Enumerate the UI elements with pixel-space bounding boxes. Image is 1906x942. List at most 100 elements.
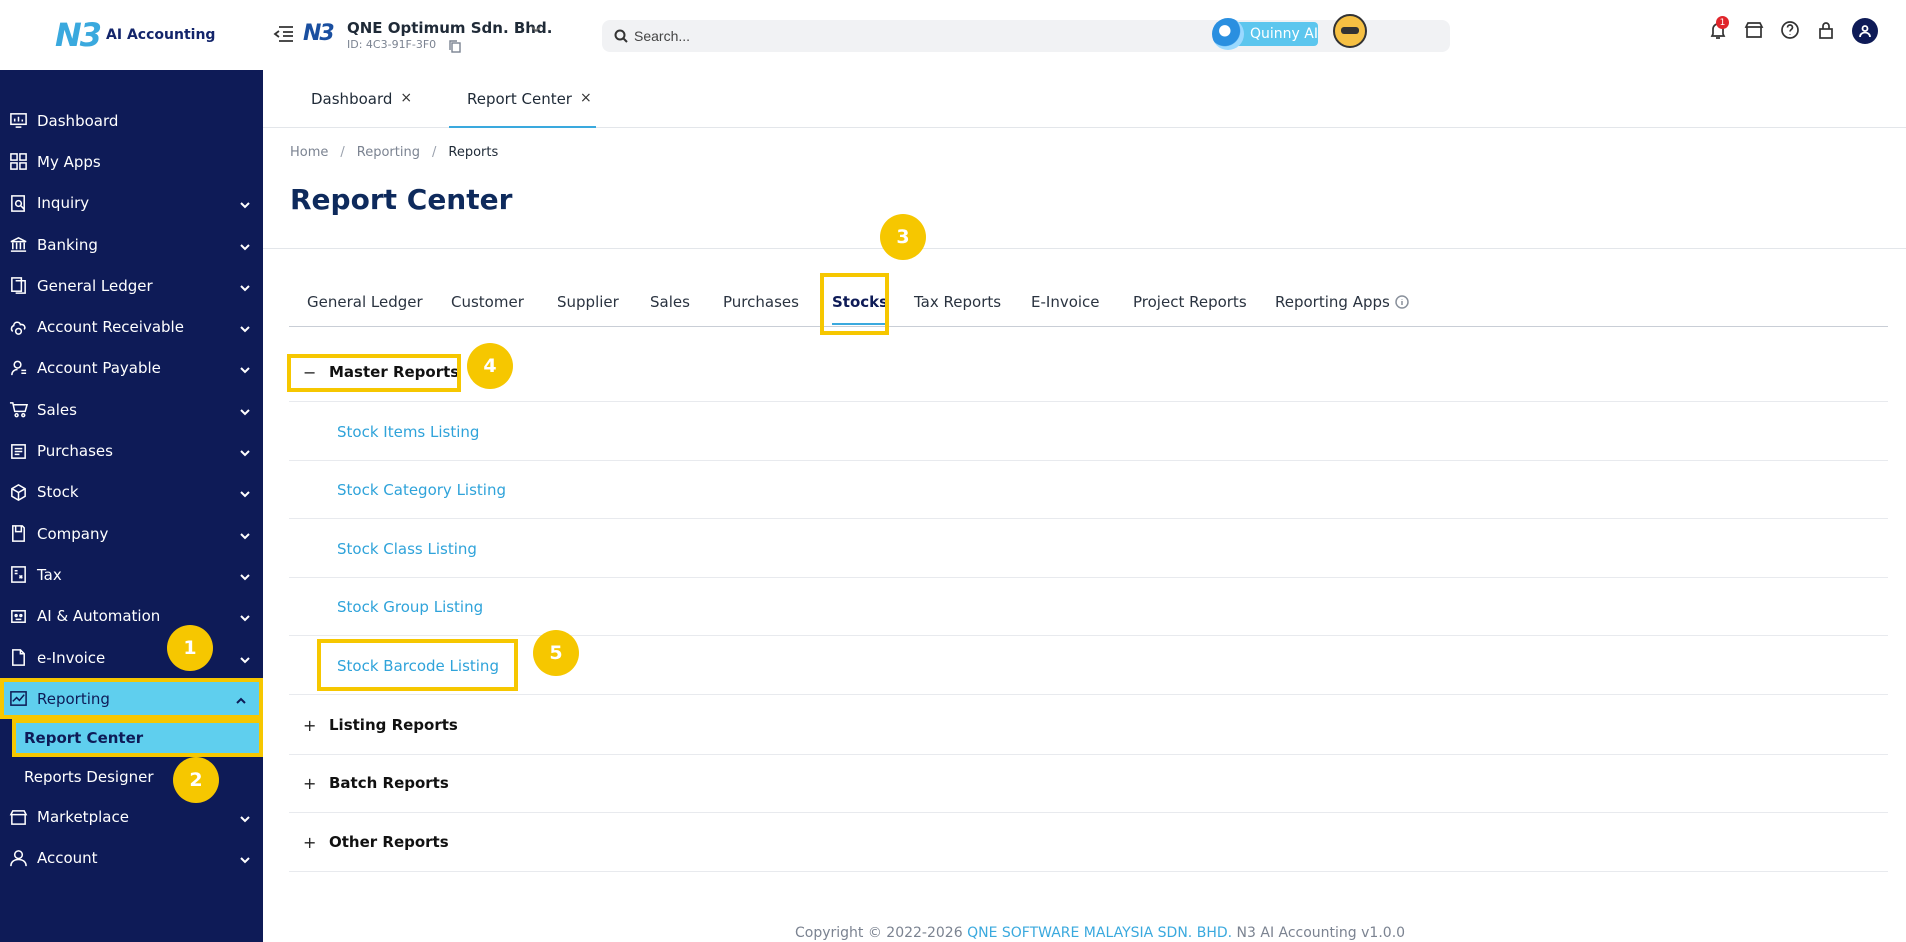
chevron-down-icon (239, 852, 251, 864)
report-link-stock-items[interactable]: Stock Items Listing (289, 403, 1888, 461)
breadcrumb-home[interactable]: Home (290, 145, 328, 160)
sidebar-item-account-receivable[interactable]: Account Receivable (0, 306, 263, 347)
sidebar-item-dashboard[interactable]: Dashboard (0, 100, 263, 141)
sidebar-item-marketplace[interactable]: Marketplace (0, 796, 263, 837)
company-icon (8, 524, 28, 544)
footer: Copyright © 2022-2026 QNE SOFTWARE MALAY… (795, 925, 1405, 941)
sidebar-item-stock[interactable]: Stock (0, 472, 263, 513)
tab-dashboard[interactable]: Dashboard × (311, 88, 412, 128)
chevron-down-icon (239, 197, 251, 209)
section-header[interactable]: + Batch Reports (289, 754, 1888, 812)
chevron-down-icon (239, 528, 251, 540)
sidebar-item-label: Reporting (37, 689, 110, 708)
chevron-down-icon[interactable] (530, 20, 542, 33)
sidebar-item-banking[interactable]: Banking (0, 224, 263, 265)
chevron-down-icon (239, 652, 251, 664)
expand-icon[interactable]: + (303, 774, 317, 793)
page-title: Report Center (290, 183, 513, 216)
section-header[interactable]: + Listing Reports (289, 696, 1888, 754)
sidebar-item-label: Account Payable (37, 359, 161, 378)
store-icon (8, 807, 28, 827)
report-tab-sales[interactable]: Sales (650, 293, 690, 327)
sidebar-item-ai-automation[interactable]: AI & Automation (0, 596, 263, 637)
chevron-up-icon (235, 693, 247, 705)
sidebar: N3 AI Accounting Dashboard My Apps Inqui… (0, 0, 263, 942)
report-tab-label: Reporting Apps (1275, 293, 1390, 311)
sidebar-item-label: Tax (37, 565, 62, 584)
box-icon (8, 482, 28, 502)
document-icon (8, 648, 28, 668)
company-id: ID: 4C3-91F-3F0 (347, 38, 437, 51)
report-link-stock-class[interactable]: Stock Class Listing (289, 520, 1888, 578)
sidebar-item-company[interactable]: Company (0, 513, 263, 554)
sidebar-item-label: Marketplace (37, 808, 129, 827)
section-title: Batch Reports (329, 774, 449, 792)
report-tab-project-reports[interactable]: Project Reports (1133, 293, 1247, 327)
section-title: Listing Reports (329, 716, 458, 734)
lock-icon[interactable] (1816, 20, 1838, 42)
report-tab-customer[interactable]: Customer (451, 293, 524, 327)
help-icon[interactable] (1780, 20, 1802, 42)
sidebar-item-my-apps[interactable]: My Apps (0, 141, 263, 182)
sidebar-item-label: Account (37, 849, 98, 868)
company-logo: N3 (303, 21, 335, 46)
close-icon[interactable]: × (580, 90, 592, 106)
breadcrumb-separator: / (431, 145, 437, 160)
quinny-orb-icon[interactable] (1212, 18, 1244, 50)
section-title: Other Reports (329, 833, 449, 851)
store-icon[interactable] (1744, 20, 1766, 42)
user-avatar[interactable] (1852, 18, 1878, 44)
search-bar[interactable] (602, 20, 1450, 52)
sidebar-item-label: My Apps (37, 152, 101, 171)
company-name[interactable]: QNE Optimum Sdn. Bhd. (347, 19, 552, 37)
copy-icon[interactable] (449, 38, 461, 53)
top-icons: 1 (1708, 16, 1878, 44)
report-tab-general-ledger[interactable]: General Ledger (307, 293, 423, 327)
chevron-down-icon (239, 362, 251, 374)
section-master-reports: − Master Reports (289, 343, 1888, 402)
report-tab-tax-reports[interactable]: Tax Reports (914, 293, 1001, 327)
tab-report-center[interactable]: Report Center × (449, 88, 596, 128)
app-logo[interactable]: N3 AI Accounting (0, 0, 263, 70)
report-link-stock-category[interactable]: Stock Category Listing (289, 461, 1888, 519)
callout-1: 1 (167, 625, 213, 671)
report-tab-reporting-apps[interactable]: Reporting Apps (1275, 293, 1409, 327)
sidebar-subitem-report-center[interactable]: Report Center (12, 719, 263, 758)
assistant-avatar[interactable] (1333, 14, 1367, 48)
menu-collapse-icon[interactable] (273, 24, 295, 44)
chart-icon (8, 689, 28, 709)
sidebar-item-tax[interactable]: Tax (0, 554, 263, 595)
cart-icon (8, 400, 28, 420)
report-tab-e-invoice[interactable]: E-Invoice (1031, 293, 1100, 327)
expand-icon[interactable]: + (303, 833, 317, 852)
close-icon[interactable]: × (400, 90, 412, 106)
sidebar-item-sales[interactable]: Sales (0, 389, 263, 430)
sidebar-item-label: Sales (37, 400, 77, 419)
sidebar-item-inquiry[interactable]: Inquiry (0, 183, 263, 224)
chevron-down-icon (239, 486, 251, 498)
user-icon (8, 848, 28, 868)
report-link-stock-group[interactable]: Stock Group Listing (289, 578, 1888, 636)
footer-company-link[interactable]: QNE SOFTWARE MALAYSIA SDN. BHD. (967, 925, 1232, 941)
sidebar-item-account[interactable]: Account (0, 838, 263, 879)
sidebar-item-purchases[interactable]: Purchases (0, 430, 263, 471)
top-bar: N3 QNE Optimum Sdn. Bhd. ID: 4C3-91F-3F0 (263, 0, 1906, 70)
expand-icon[interactable]: + (303, 716, 317, 735)
sidebar-item-account-payable[interactable]: Account Payable (0, 348, 263, 389)
notification-bell[interactable]: 1 (1708, 16, 1730, 42)
section-header[interactable]: − Master Reports (289, 343, 1888, 401)
dashboard-icon (8, 111, 28, 131)
sidebar-item-reporting[interactable]: Reporting (0, 678, 263, 720)
tab-label: Report Center (467, 90, 572, 108)
sidebar-item-general-ledger[interactable]: General Ledger (0, 265, 263, 306)
bank-icon (8, 235, 28, 255)
report-tab-supplier[interactable]: Supplier (557, 293, 619, 327)
report-tab-purchases[interactable]: Purchases (723, 293, 799, 327)
info-icon (1395, 295, 1409, 309)
breadcrumb-reporting[interactable]: Reporting (357, 145, 420, 160)
sidebar-item-label: Inquiry (37, 194, 90, 213)
report-link-stock-barcode[interactable]: Stock Barcode Listing (289, 637, 1888, 695)
section-header[interactable]: + Other Reports (289, 813, 1888, 871)
sidebar-subitem-reports-designer[interactable]: Reports Designer (0, 757, 263, 796)
sidebar-item-e-invoice[interactable]: e-Invoice (0, 637, 263, 678)
